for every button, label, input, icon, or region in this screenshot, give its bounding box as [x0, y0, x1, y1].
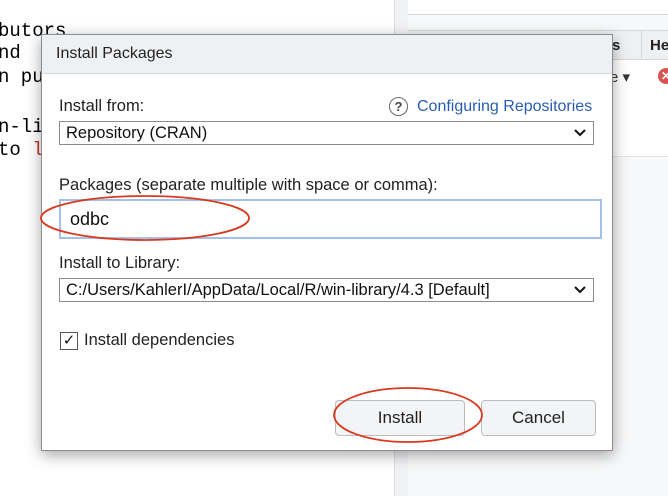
configuring-repositories-link[interactable]: Configuring Repositories: [417, 98, 592, 116]
packages-input[interactable]: [59, 199, 602, 239]
help-icon[interactable]: ?: [389, 97, 408, 116]
install-dependencies-checkbox[interactable]: ✓: [60, 332, 78, 350]
chevron-down-icon: [574, 286, 586, 294]
install-packages-dialog: Install Packages Install from: ? Configu…: [41, 34, 613, 451]
console-line: nd: [0, 42, 21, 64]
dialog-title: Install Packages: [56, 45, 173, 62]
library-value: C:/Users/KahlerI/AppData/Local/R/win-lib…: [66, 281, 490, 299]
install-button[interactable]: Install: [335, 400, 465, 436]
cancel-button[interactable]: Cancel: [481, 400, 596, 436]
install-to-library-label: Install to Library:: [59, 254, 181, 272]
console-line: to l: [0, 139, 44, 161]
tab-help[interactable]: He: [641, 31, 668, 60]
library-select[interactable]: C:/Users/KahlerI/AppData/Local/R/win-lib…: [59, 278, 594, 302]
pane-header: [408, 0, 668, 15]
install-dependencies-label[interactable]: Install dependencies: [84, 331, 234, 350]
stop-icon[interactable]: ✕: [658, 68, 668, 84]
dialog-titlebar[interactable]: Install Packages: [42, 35, 612, 74]
packages-label: Packages (separate multiple with space o…: [59, 176, 438, 194]
install-from-select[interactable]: Repository (CRAN): [59, 121, 594, 145]
install-from-value: Repository (CRAN): [66, 124, 208, 142]
toolbar-dropdown[interactable]: e ▾: [610, 68, 630, 86]
console-line-text: to: [0, 139, 33, 161]
chevron-down-icon: [574, 129, 586, 137]
console-line: n pu: [0, 66, 44, 88]
install-from-label: Install from:: [59, 97, 145, 115]
